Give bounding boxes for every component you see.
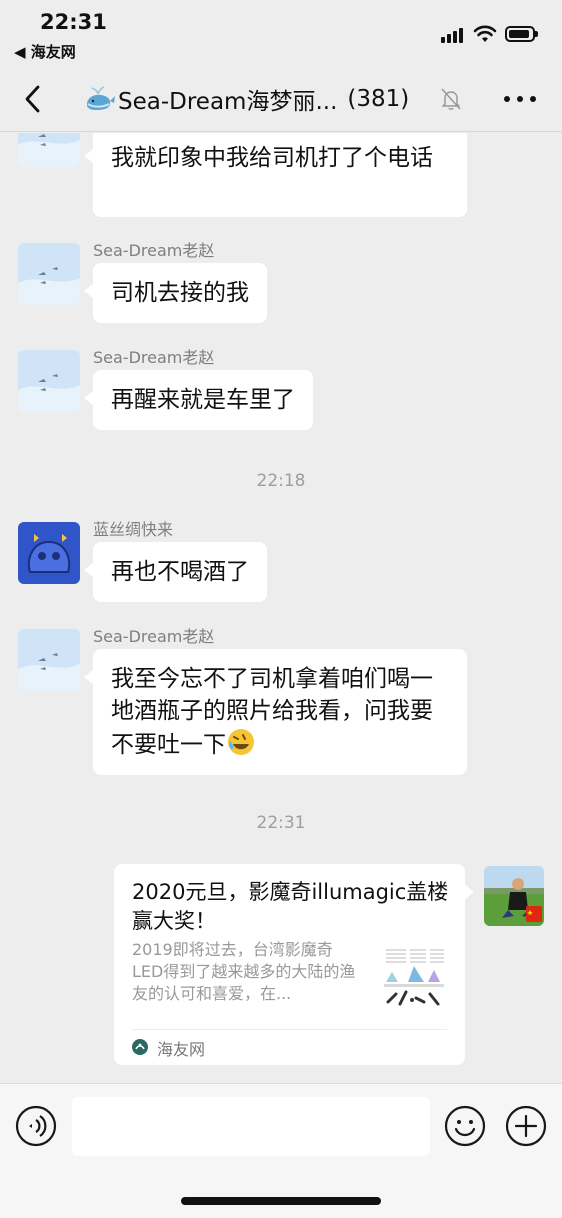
cellular-signal-icon: [441, 28, 467, 43]
message-bubble[interactable]: 再也不喝酒了: [84, 542, 267, 602]
plus-circle-icon[interactable]: [505, 1105, 547, 1147]
message-bubble[interactable]: 再醒来就是车里了: [84, 370, 313, 430]
message-text: 再也不喝酒了: [111, 559, 249, 585]
message-bubble[interactable]: 我至今忘不了司机拿着咱们喝一地酒瓶子的照片给我看，问我要不要吐一下: [84, 649, 467, 775]
sender-name: Sea-Dream老赵: [93, 627, 215, 646]
sender-name: 蓝丝绸快来: [93, 520, 174, 539]
chat-header: Sea-Dream海梦丽... (381): [0, 66, 562, 132]
sender-name: Sea-Dream老赵: [93, 241, 215, 260]
link-card-source: 海友网: [157, 1040, 206, 1059]
avatar[interactable]: [18, 522, 80, 584]
whale-emoji: [87, 86, 115, 110]
wifi-icon: [473, 25, 497, 42]
link-card[interactable]: 2020元旦，影魔奇illumagic盖楼赢大奖！ 2019即将过去，台湾影魔奇…: [114, 864, 474, 1065]
status-time: 22:31: [40, 10, 107, 34]
chat-title[interactable]: Sea-Dream海梦丽... (381): [84, 83, 444, 115]
link-card-thumbnail: [380, 942, 448, 1014]
timestamp: 22:18: [256, 471, 306, 491]
message-text: 我至今忘不了司机拿着咱们喝一地酒瓶子的照片给我看，问我要不要吐一下: [111, 666, 433, 758]
rolling-laughing-emoji: [228, 729, 254, 755]
battery-icon: [505, 26, 538, 42]
message-text: 我就印象中我给司机打了个电话: [111, 145, 433, 171]
back-to-app-link[interactable]: ◀ 海友网: [14, 41, 76, 62]
message-list[interactable]: 我就印象中我给司机打了个电话 Sea-Dream老赵 司机去接的我 Sea-Dr…: [0, 133, 562, 1083]
link-card-title: 2020元旦，影魔奇illumagic盖楼赢大奖！: [132, 880, 449, 933]
message-input[interactable]: [72, 1097, 430, 1156]
status-bar: 22:31 ◀ 海友网: [0, 0, 562, 66]
link-card-divider: [132, 1029, 447, 1030]
sender-name: Sea-Dream老赵: [93, 348, 215, 367]
haiyouwang-logo-icon: [132, 1039, 148, 1055]
avatar[interactable]: [18, 350, 80, 412]
emoji-smile-icon[interactable]: [444, 1105, 486, 1147]
timestamp: 22:31: [256, 813, 306, 833]
group-name: Sea-Dream海梦丽...: [118, 89, 338, 115]
avatar[interactable]: [18, 133, 80, 167]
member-count: (381): [347, 86, 410, 112]
voice-input-icon[interactable]: [15, 1105, 57, 1147]
more-dots-icon[interactable]: [504, 96, 536, 102]
avatar[interactable]: [18, 243, 80, 305]
home-indicator[interactable]: [181, 1197, 381, 1205]
message-text: 再醒来就是车里了: [111, 387, 295, 413]
avatar[interactable]: [18, 629, 80, 691]
message-text: 司机去接的我: [111, 280, 249, 306]
link-card-description: 2019即将过去，台湾影魔奇LED得到了越来越多的大陆的渔友的认可和喜爱，在..…: [132, 940, 356, 1003]
message-bubble[interactable]: 司机去接的我: [84, 263, 267, 323]
avatar-self[interactable]: [484, 866, 544, 926]
chevron-left-icon[interactable]: [18, 82, 50, 116]
bell-muted-icon: [441, 88, 461, 110]
message-bubble[interactable]: 我就印象中我给司机打了个电话: [84, 133, 467, 217]
